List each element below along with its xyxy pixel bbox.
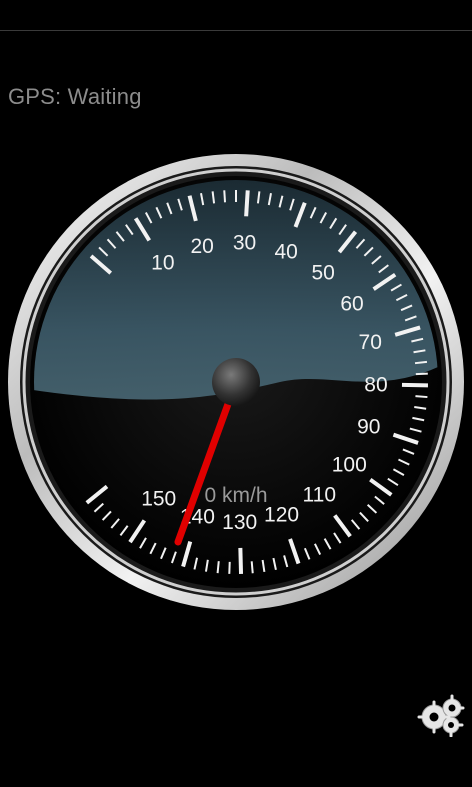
minor-tick bbox=[414, 360, 428, 365]
minor-tick bbox=[216, 561, 220, 574]
minor-tick bbox=[223, 190, 227, 203]
tick-label: 20 bbox=[190, 235, 213, 258]
tick-label: 40 bbox=[274, 240, 297, 263]
top-divider bbox=[0, 30, 472, 31]
tick-label: 50 bbox=[311, 261, 334, 284]
tick-label: 70 bbox=[359, 331, 382, 354]
minor-tick bbox=[250, 561, 254, 574]
needle-hub bbox=[212, 358, 260, 406]
tick-label: 80 bbox=[364, 373, 387, 396]
tick-label: 120 bbox=[264, 503, 299, 526]
tick-label: 30 bbox=[233, 231, 256, 254]
major-tick bbox=[238, 547, 244, 574]
gears-icon bbox=[417, 694, 465, 738]
settings-button[interactable] bbox=[416, 691, 466, 738]
minor-tick bbox=[415, 395, 428, 399]
tick-label: 150 bbox=[141, 488, 176, 511]
minor-tick bbox=[415, 372, 428, 376]
tick-label: 130 bbox=[222, 511, 257, 534]
tick-label: 10 bbox=[151, 252, 174, 275]
major-tick bbox=[244, 190, 250, 217]
speed-readout: 0 km/h bbox=[204, 484, 267, 507]
tick-label: 60 bbox=[340, 293, 363, 316]
tick-label: 90 bbox=[357, 415, 380, 438]
speedometer-gauge: 1020 30 405060708090100110120130140150 0 k… bbox=[8, 154, 464, 610]
tick-label: 100 bbox=[332, 453, 367, 476]
gps-status-label: GPS: Waiting bbox=[8, 84, 142, 109]
tick-label: 110 bbox=[303, 484, 336, 507]
